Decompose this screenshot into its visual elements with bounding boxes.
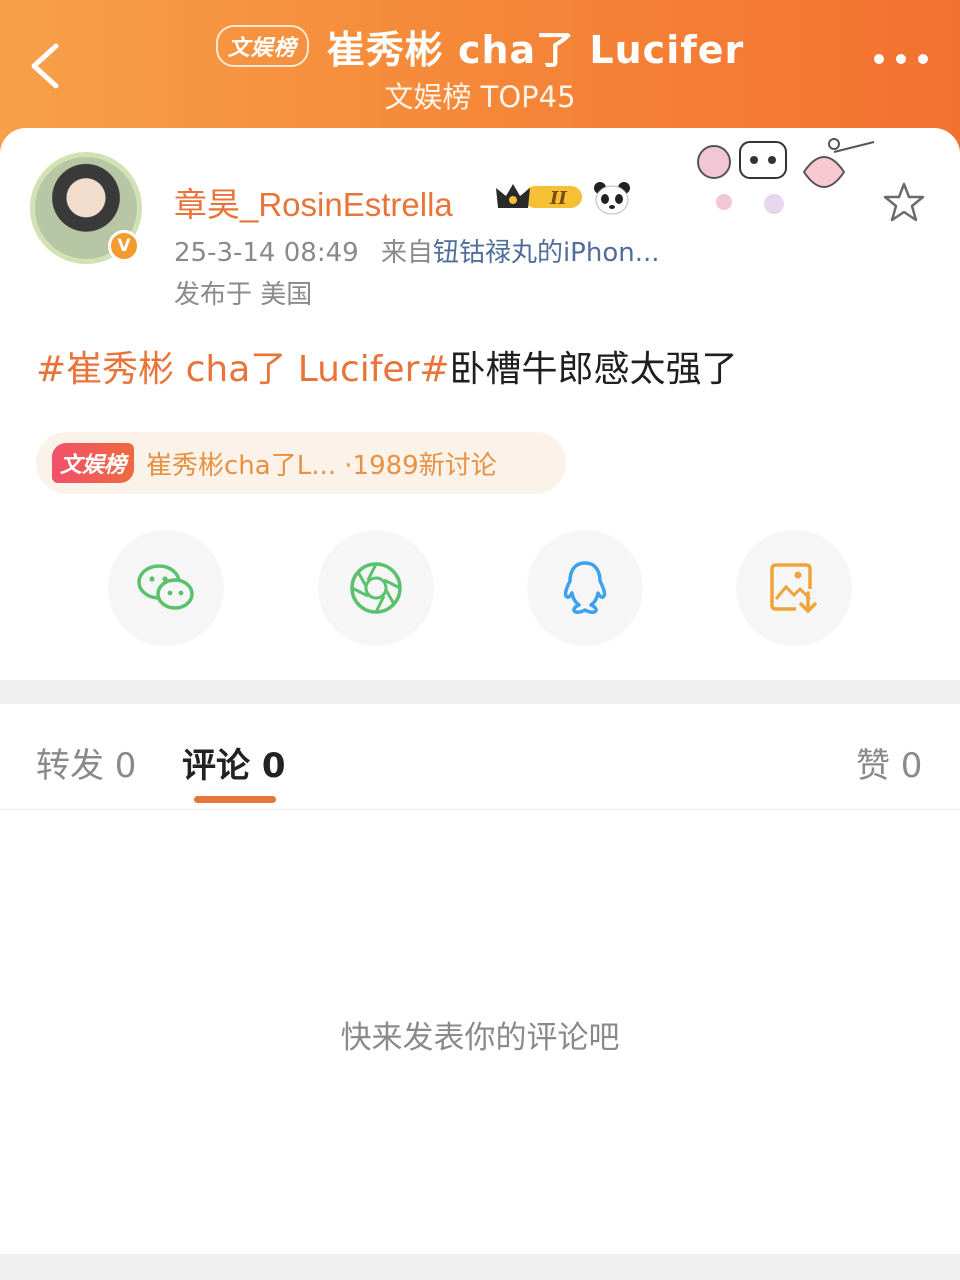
tab-like[interactable]: 赞 0 [856,738,922,787]
post-time: 25-3-14 08:49 [174,238,359,268]
topic-card-text: 崔秀彬cha了L... ·1989新讨论 [146,450,497,481]
panda-icon [594,182,630,215]
source-prefix: 来自 [380,238,433,268]
bottom-strip [0,1254,960,1280]
post-content: 卧槽牛郎感太强了 [449,349,738,390]
star-icon[interactable] [882,180,926,224]
tab-comment[interactable]: 评论 0 [182,738,286,787]
save-image-share-button[interactable] [736,530,852,646]
share-row [0,530,960,646]
wechat-icon [137,564,194,610]
avatar[interactable]: V [30,152,142,264]
post-meta: 25-3-14 08:49 来自钮钴禄丸的iPhon... [174,232,660,269]
post-location: 发布于 美国 [174,280,313,310]
more-dots-icon[interactable] [874,54,928,64]
qq-share-button[interactable] [527,530,643,646]
qq-icon [563,561,607,614]
topic-card-badge: 文娱榜 [52,443,135,483]
rank-badge: 文娱榜 [215,25,309,67]
topic-card[interactable]: 文娱榜 崔秀彬cha了L... ·1989新讨论 [36,432,566,494]
username[interactable]: 章昊_RosinEstrella [174,178,453,226]
wechat-share-button[interactable] [108,530,224,646]
topic-link[interactable]: #崔秀彬 cha了 Lucifer# [36,349,450,390]
header-title-row: 文娱榜 崔秀彬 cha了 Lucifer [0,20,960,72]
interaction-tabs: 转发 0 评论 0 赞 0 [0,704,960,810]
tab-repost[interactable]: 转发 0 [36,738,136,787]
moments-share-button[interactable] [318,530,434,646]
svg-text:II: II [549,188,567,209]
moments-icon [350,562,402,614]
empty-comments-text: 快来发表你的评论吧 [340,1020,620,1056]
post-source[interactable]: 钮钴禄丸的iPhon... [433,238,660,268]
save-image-icon [770,563,817,613]
verified-v-icon: V [108,230,140,262]
active-tab-indicator [194,796,276,803]
post-card: V 章昊_RosinEstrella II 25-3-14 08:49 来自钮钴… [0,128,960,680]
decorative-stickers [697,138,875,214]
section-divider [0,680,960,704]
page-title: 崔秀彬 cha了 Lucifer [326,27,745,72]
post-body: #崔秀彬 cha了 Lucifer#卧槽牛郎感太强了 [36,340,738,392]
page-subtitle[interactable]: 文娱榜 TOP45 [0,74,960,116]
crown-level-icon[interactable]: II [494,180,586,214]
